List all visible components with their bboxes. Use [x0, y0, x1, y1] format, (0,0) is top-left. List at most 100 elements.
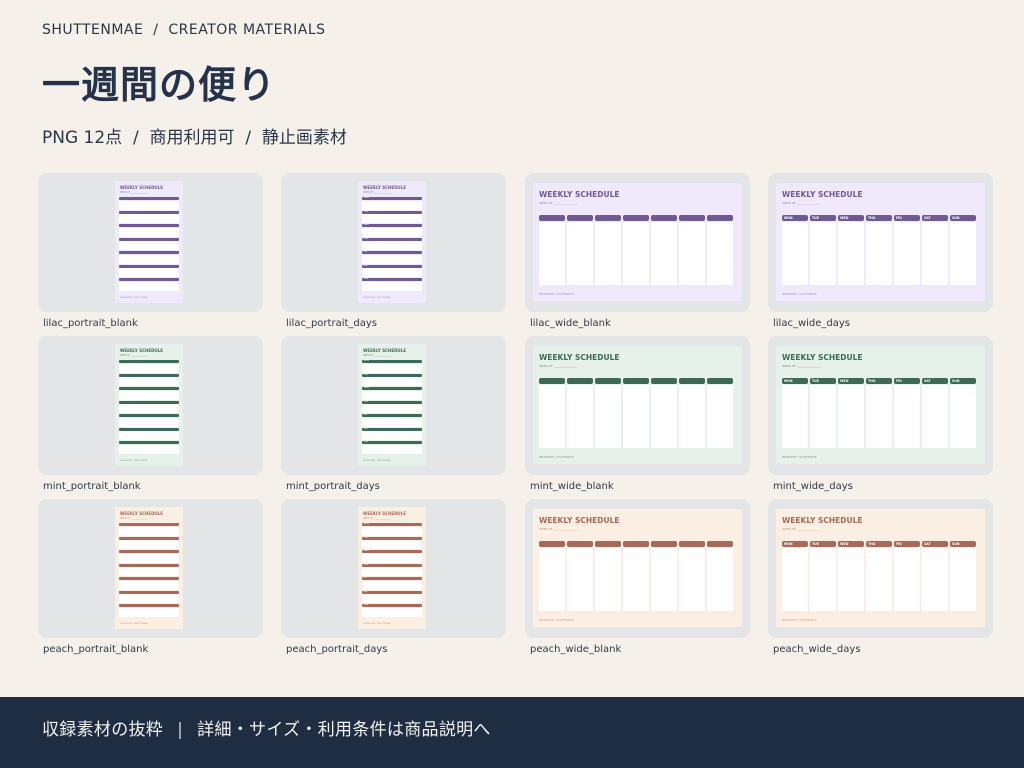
day-label: THU: [868, 216, 876, 220]
day-label: FRI: [896, 379, 902, 383]
day-column-header: [623, 541, 649, 547]
day-column-body: [679, 222, 705, 285]
day-column-header: [679, 541, 705, 547]
sheet-title: WEEKLY SCHEDULE: [120, 185, 163, 190]
sheet-title: WEEKLY SCHEDULE: [363, 511, 406, 516]
day-column: TUE: [810, 541, 836, 611]
day-column-header: [539, 215, 565, 221]
day-column-body: [679, 548, 705, 611]
day-column-header: [567, 215, 593, 221]
day-column-header: FRI: [894, 378, 920, 384]
material-card[interactable]: WEEKLY SCHEDULE WEEK OF ________________ P…: [525, 336, 750, 492]
portrait-sheet-preview: WEEKLY SCHEDULE WEEK OF ________________ M…: [358, 181, 426, 303]
day-column-body: [782, 385, 808, 448]
card-thumbnail[interactable]: WEEKLY SCHEDULE WEEK OF ________________ M…: [281, 499, 506, 638]
portrait-sheet-preview: WEEKLY SCHEDULE WEEK OF ________________ M…: [358, 507, 426, 629]
sheet-title: WEEKLY SCHEDULE: [120, 348, 163, 353]
day-label: WED: [840, 542, 849, 546]
material-card[interactable]: WEEKLY SCHEDULE WEEK OF ________________ P…: [525, 173, 750, 329]
day-row-space: [362, 607, 422, 617]
material-card[interactable]: WEEKLY SCHEDULE WEEK OF ________________ P…: [38, 499, 263, 655]
material-card[interactable]: WEEKLY SCHEDULE WEEK OF ________________ M…: [768, 336, 993, 492]
material-card[interactable]: WEEKLY SCHEDULE WEEK OF ________________ M…: [281, 499, 506, 655]
day-column: SAT: [922, 378, 948, 448]
day-row-space: [119, 417, 179, 427]
day-column-body: [922, 385, 948, 448]
card-thumbnail[interactable]: WEEKLY SCHEDULE WEEK OF ________________ P…: [38, 499, 263, 638]
sheet-week-of: WEEK OF ________________: [539, 201, 578, 205]
day-column-header: [679, 378, 705, 384]
day-label: SUN: [952, 216, 960, 220]
sheet-week-of: WEEK OF ________________: [539, 527, 578, 531]
day-column: [567, 541, 593, 611]
day-column-header: [595, 541, 621, 547]
material-card[interactable]: WEEKLY SCHEDULE WEEK OF ________________ P…: [525, 499, 750, 655]
day-row-space: [119, 404, 179, 413]
day-row-space: [119, 377, 179, 386]
day-column: [595, 215, 621, 285]
card-caption: peach_portrait_days: [286, 644, 388, 655]
day-column: [567, 215, 593, 285]
card-thumbnail[interactable]: WEEKLY SCHEDULE WEEK OF ________________ P…: [525, 336, 750, 475]
day-column-body: [866, 385, 892, 448]
day-column-body: [651, 222, 677, 285]
material-card[interactable]: WEEKLY SCHEDULE WEEK OF ________________ M…: [768, 173, 993, 329]
day-label: SAT: [924, 216, 931, 220]
sheet-footer: PRESENTED / SHUTTENMAE: [120, 623, 148, 625]
sheet-week-of: WEEK OF ________________: [782, 527, 821, 531]
card-thumbnail[interactable]: WEEKLY SCHEDULE WEEK OF ________________ P…: [525, 499, 750, 638]
sheet-week-of: WEEK OF ________________: [363, 517, 392, 520]
card-thumbnail[interactable]: WEEKLY SCHEDULE WEEK OF ________________ P…: [525, 173, 750, 312]
day-column: [623, 215, 649, 285]
day-row-space: [119, 214, 179, 223]
card-thumbnail[interactable]: WEEKLY SCHEDULE WEEK OF ________________ P…: [38, 336, 263, 475]
day-row-space: [362, 580, 422, 590]
material-card[interactable]: WEEKLY SCHEDULE WEEK OF ________________ M…: [281, 173, 506, 329]
day-row-space: [119, 540, 179, 549]
day-column: [651, 215, 677, 285]
day-row-space: [362, 526, 422, 536]
card-thumbnail[interactable]: WEEKLY SCHEDULE WEEK OF ________________ P…: [38, 173, 263, 312]
day-column: [539, 378, 565, 448]
material-card[interactable]: WEEKLY SCHEDULE WEEK OF ________________ P…: [38, 173, 263, 329]
material-card[interactable]: WEEKLY SCHEDULE WEEK OF ________________ P…: [38, 336, 263, 492]
sheet-title: WEEKLY SCHEDULE: [782, 190, 863, 199]
day-label: WED: [840, 216, 849, 220]
day-column-body: [866, 222, 892, 285]
card-thumbnail[interactable]: WEEKLY SCHEDULE WEEK OF ________________ M…: [281, 336, 506, 475]
day-label: SAT: [364, 427, 368, 430]
card-caption: peach_portrait_blank: [43, 644, 149, 655]
day-column-header: TUE: [810, 378, 836, 384]
day-column-body: [922, 548, 948, 611]
day-row-space: [119, 594, 179, 603]
card-thumbnail[interactable]: WEEKLY SCHEDULE WEEK OF ________________ M…: [281, 173, 506, 312]
card-thumbnail[interactable]: WEEKLY SCHEDULE WEEK OF ________________ M…: [768, 173, 993, 312]
day-row-space: [119, 444, 179, 454]
sheet-title: WEEKLY SCHEDULE: [782, 353, 863, 362]
day-label: MON: [364, 360, 369, 363]
day-column: THU: [866, 215, 892, 285]
day-row-space: [362, 363, 422, 373]
card-thumbnail[interactable]: WEEKLY SCHEDULE WEEK OF ________________ M…: [768, 336, 993, 475]
material-card[interactable]: WEEKLY SCHEDULE WEEK OF ________________ M…: [281, 336, 506, 492]
day-column: MON: [782, 378, 808, 448]
day-label: WED: [364, 387, 369, 390]
material-card[interactable]: WEEKLY SCHEDULE WEEK OF ________________ M…: [768, 499, 993, 655]
day-column: WED: [838, 541, 864, 611]
day-column-body: [782, 222, 808, 285]
day-column-header: [623, 378, 649, 384]
day-column-body: [567, 222, 593, 285]
day-label: FRI: [364, 577, 368, 580]
day-column-header: SAT: [922, 215, 948, 221]
day-column: FRI: [894, 378, 920, 448]
day-row-space: [119, 227, 179, 237]
day-column: WED: [838, 215, 864, 285]
day-label: SUN: [364, 278, 369, 281]
day-label: SUN: [364, 604, 369, 607]
day-row-space: [119, 580, 179, 590]
day-column-body: [539, 385, 565, 448]
day-column-header: [651, 541, 677, 547]
sheet-week-of: WEEK OF ________________: [120, 354, 149, 357]
card-thumbnail[interactable]: WEEKLY SCHEDULE WEEK OF ________________ M…: [768, 499, 993, 638]
day-column-header: MON: [782, 215, 808, 221]
